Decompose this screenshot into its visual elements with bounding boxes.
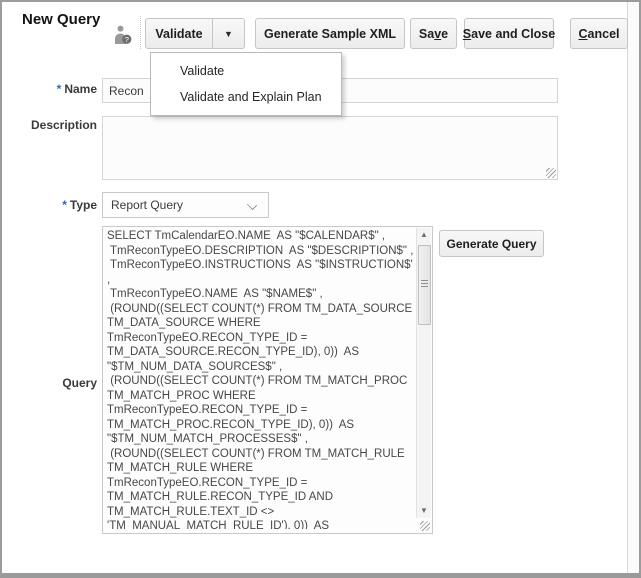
query-scrollbar[interactable]: ▲ ▼ bbox=[416, 228, 431, 518]
required-marker: * bbox=[57, 82, 62, 96]
validate-dropdown-button[interactable]: ▼ bbox=[212, 18, 245, 49]
query-resize-grip[interactable] bbox=[420, 521, 430, 531]
description-textarea[interactable] bbox=[102, 116, 558, 180]
user-help-icon: ? bbox=[114, 25, 132, 45]
validate-split-button: Validate ▼ bbox=[145, 18, 245, 49]
query-textarea[interactable]: SELECT TmCalendarEO.NAME AS "$CALENDAR$"… bbox=[102, 226, 433, 534]
page-title: New Query bbox=[22, 10, 106, 29]
cancel-button[interactable]: Cancel bbox=[570, 18, 628, 49]
new-query-dialog: New Query ? Validate ▼ Generate Sample X… bbox=[0, 0, 641, 578]
save-and-close-label: Save and Close bbox=[463, 27, 555, 41]
type-select[interactable]: Report Query bbox=[102, 192, 269, 218]
scroll-down-icon[interactable]: ▼ bbox=[417, 504, 431, 518]
description-resize-grip[interactable] bbox=[546, 168, 556, 178]
description-label: Description bbox=[2, 118, 97, 132]
svg-text:?: ? bbox=[125, 35, 129, 44]
save-button[interactable]: Save bbox=[410, 18, 457, 49]
generate-query-button[interactable]: Generate Query bbox=[439, 230, 544, 257]
validate-dropdown-menu: Validate Validate and Explain Plan bbox=[150, 52, 342, 116]
required-marker: * bbox=[62, 198, 67, 212]
validate-button[interactable]: Validate bbox=[145, 18, 212, 49]
chevron-down-icon bbox=[247, 200, 257, 210]
validate-button-label: Validate bbox=[155, 27, 202, 41]
save-and-close-button[interactable]: Save and Close bbox=[464, 18, 554, 49]
dropdown-arrow-icon: ▼ bbox=[224, 29, 233, 39]
query-label: Query bbox=[2, 376, 97, 390]
query-scrollbar-thumb[interactable] bbox=[418, 245, 431, 325]
save-label: Save bbox=[419, 27, 448, 41]
cancel-label: Cancel bbox=[579, 27, 620, 41]
query-sql-text: SELECT TmCalendarEO.NAME AS "$CALENDAR$"… bbox=[107, 229, 413, 529]
menu-item-validate-and-explain-plan[interactable]: Validate and Explain Plan bbox=[151, 84, 341, 110]
generate-sample-xml-button[interactable]: Generate Sample XML bbox=[255, 18, 405, 49]
generate-sample-xml-label: Generate Sample XML bbox=[264, 27, 396, 41]
toolbar-separator bbox=[140, 16, 141, 49]
type-select-value: Report Query bbox=[111, 198, 183, 212]
menu-item-validate[interactable]: Validate bbox=[151, 58, 341, 84]
name-label: *Name bbox=[2, 82, 97, 96]
right-gutter bbox=[627, 2, 639, 573]
scroll-up-icon[interactable]: ▲ bbox=[417, 228, 431, 242]
type-label: *Type bbox=[2, 198, 97, 212]
generate-query-label: Generate Query bbox=[446, 237, 536, 251]
